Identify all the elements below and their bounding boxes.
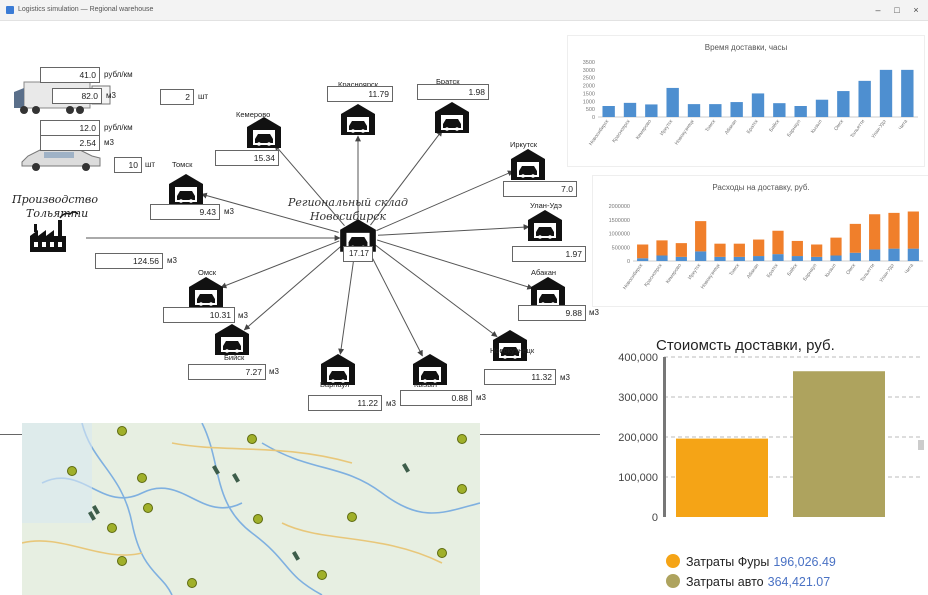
cost-bar — [676, 438, 768, 517]
y-tick-label: 300,000 — [618, 392, 658, 404]
legend-label-truck: Затраты Фуры — [686, 555, 770, 569]
total-cost-chart-plot: 0 100,000 200,000 300,000 400,000 — [618, 352, 924, 524]
legend-truck-costs: Затраты Фуры 196,026.49 — [666, 554, 836, 569]
y-tick-label: 200,000 — [618, 432, 658, 444]
y-tick-label: 0 — [652, 512, 658, 524]
legend-label-car: Затраты авто — [686, 575, 764, 589]
y-tick-label: 100,000 — [618, 472, 658, 484]
legend-value-car: 364,421.07 — [767, 575, 831, 589]
scrollbar-indicator — [918, 440, 924, 450]
cost-bar — [793, 371, 885, 517]
legend-swatch-car — [666, 574, 680, 588]
y-tick-label: 400,000 — [618, 352, 658, 364]
legend-value-truck: 196,026.49 — [773, 555, 836, 569]
y-axis — [663, 357, 666, 517]
legend-car-costs: Затраты авто 364,421.07 — [666, 574, 830, 589]
legend-swatch-truck — [666, 554, 680, 568]
